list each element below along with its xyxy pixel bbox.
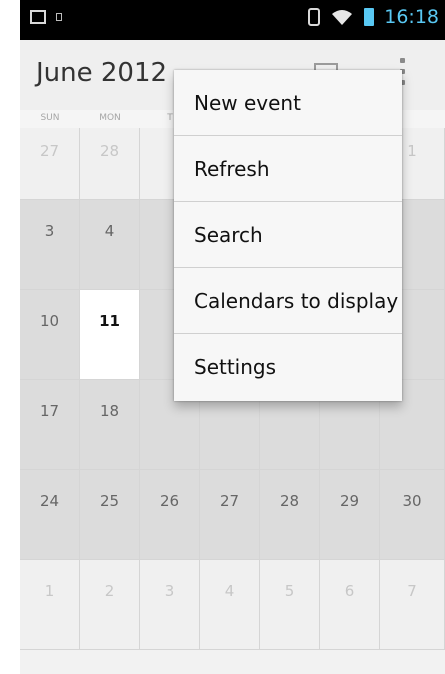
day-cell[interactable]: 28 [260, 470, 320, 560]
day-cell[interactable]: 7 [380, 560, 445, 650]
overflow-menu: New event Refresh Search Calendars to di… [174, 70, 402, 401]
day-cell[interactable]: 25 [80, 470, 140, 560]
day-number: 10 [39, 312, 60, 330]
day-cell[interactable]: 24 [20, 470, 80, 560]
menu-item-label: New event [194, 90, 301, 115]
day-number: 2 [104, 582, 115, 600]
day-cell[interactable]: 2 [80, 560, 140, 650]
month-title[interactable]: June 2012 [36, 58, 167, 88]
day-number: 27 [39, 142, 60, 160]
day-cell[interactable]: 29 [320, 470, 380, 560]
overflow-dot-icon [400, 58, 405, 63]
day-number: 27 [219, 492, 240, 510]
menu-item-calendars-to-display[interactable]: Calendars to display [174, 268, 402, 334]
day-number: 5 [284, 582, 295, 600]
calendar-app: 16:18 June 2012 27 28 1 3 4 10 11 17 18 24 25 26 27 2… [20, 0, 445, 674]
day-cell[interactable]: 11 [80, 290, 140, 380]
wifi-icon [330, 8, 354, 26]
screenshot-icon [30, 10, 46, 24]
battery-icon [364, 8, 375, 26]
day-cell[interactable]: 30 [380, 470, 445, 560]
day-number: 25 [99, 492, 120, 510]
menu-item-label: Settings [194, 355, 277, 379]
menu-item-settings[interactable]: Settings [174, 334, 402, 400]
day-number: 3 [44, 222, 55, 240]
menu-item-label: Calendars to display [194, 288, 399, 313]
menu-item-new-event[interactable]: New event [174, 70, 402, 136]
status-bar: 16:18 [20, 0, 445, 40]
weekday-sun: SUN [40, 113, 60, 123]
day-number: 24 [39, 492, 60, 510]
day-number: 4 [224, 582, 235, 600]
status-right-icons: 16:18 [308, 6, 439, 28]
weekday-mon: MON [99, 113, 121, 123]
day-number: 28 [279, 492, 300, 510]
day-number: 11 [99, 312, 120, 330]
day-number: 28 [99, 142, 120, 160]
day-cell[interactable]: 5 [260, 560, 320, 650]
day-cell[interactable]: 3 [140, 560, 200, 650]
day-number: 6 [344, 582, 355, 600]
day-cell[interactable]: 1 [20, 560, 80, 650]
menu-item-refresh[interactable]: Refresh [174, 136, 402, 202]
wifi-icon-glyph [332, 10, 353, 25]
day-cell[interactable]: 17 [20, 380, 80, 470]
day-cell[interactable]: 27 [200, 470, 260, 560]
day-number: 30 [402, 492, 422, 510]
day-number: 18 [99, 402, 120, 420]
day-number: 26 [159, 492, 180, 510]
menu-item-label: Search [194, 222, 263, 247]
bluetooth-icon [308, 8, 321, 26]
day-cell[interactable]: 3 [20, 200, 80, 290]
day-cell[interactable]: 26 [140, 470, 200, 560]
status-left-icons [30, 10, 62, 24]
day-cell[interactable]: 6 [320, 560, 380, 650]
day-number: 3 [164, 582, 175, 600]
day-number: 4 [104, 222, 115, 240]
day-cell[interactable]: 4 [200, 560, 260, 650]
day-cell[interactable]: 18 [80, 380, 140, 470]
menu-item-search[interactable]: Search [174, 202, 402, 268]
notification-icon [56, 13, 62, 21]
day-number: 29 [339, 492, 360, 510]
day-number: 7 [407, 582, 417, 600]
day-number: 17 [39, 402, 60, 420]
day-cell[interactable]: 10 [20, 290, 80, 380]
menu-item-label: Refresh [194, 156, 270, 181]
day-number: 1 [44, 582, 55, 600]
status-time: 16:18 [384, 6, 439, 28]
day-cell[interactable]: 4 [80, 200, 140, 290]
